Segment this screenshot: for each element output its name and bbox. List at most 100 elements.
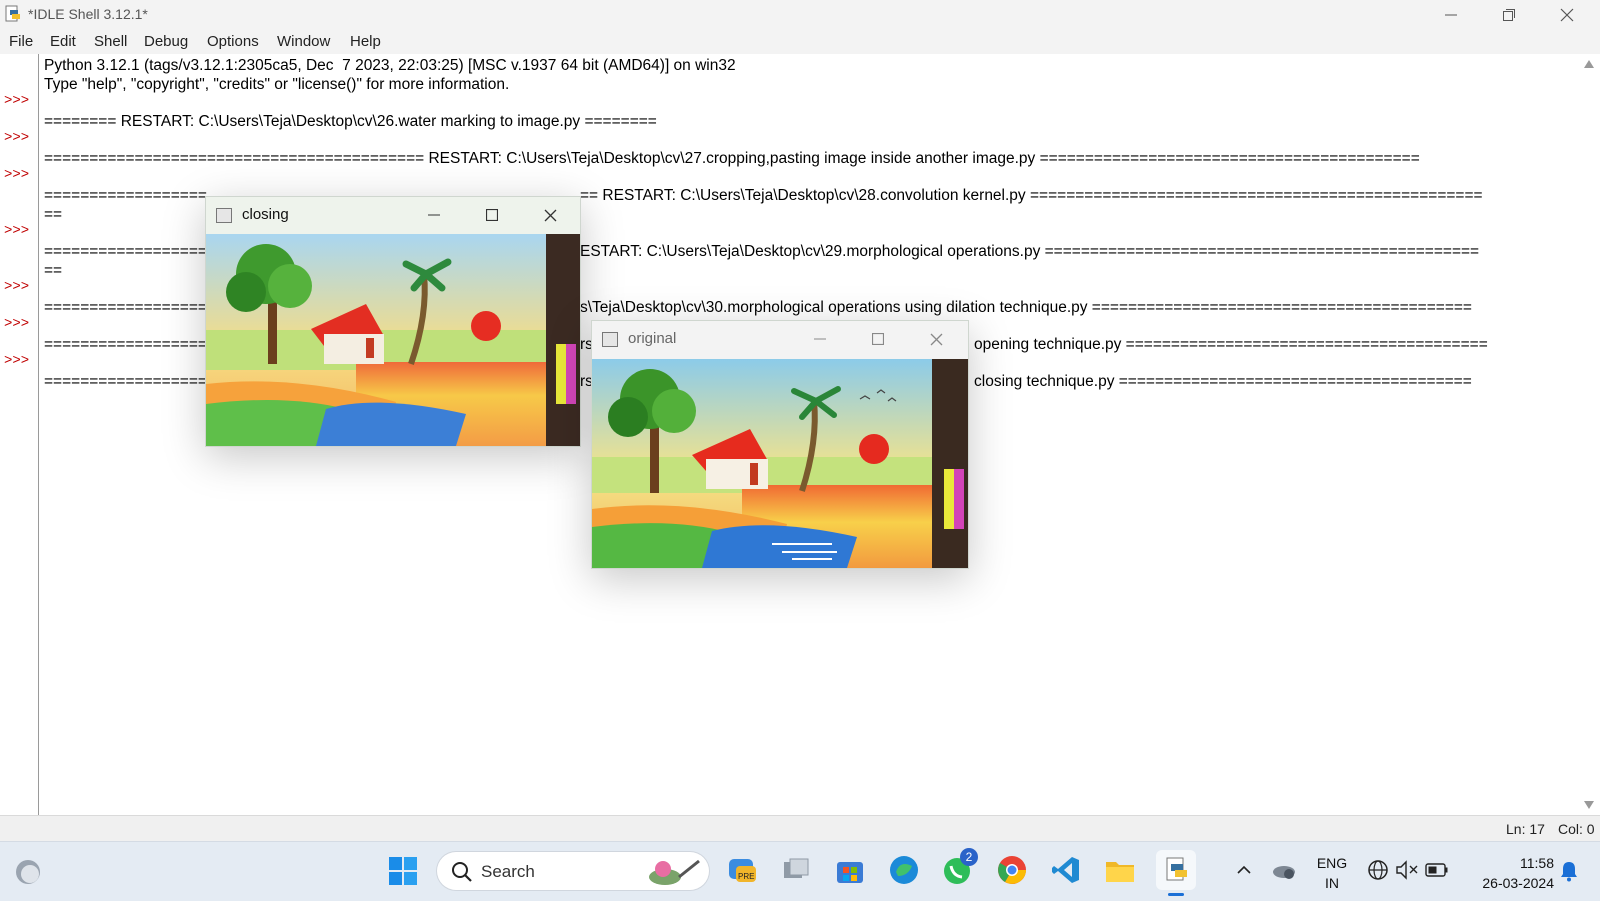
battery-button[interactable] [1424, 858, 1450, 882]
shell-prompt: >>> [4, 93, 30, 109]
close-icon [1560, 8, 1574, 22]
shell-prompt: >>> [4, 130, 30, 146]
minimize-button[interactable] [1422, 0, 1480, 30]
menu-window[interactable]: Window [277, 33, 330, 50]
start-button[interactable] [386, 854, 420, 888]
menu-bar: File Edit Shell Debug Options Window Hel… [0, 30, 1600, 54]
output-line: ================== [44, 336, 207, 353]
svg-text:PRE: PRE [738, 872, 754, 881]
chevron-up-icon [1237, 865, 1251, 874]
menu-debug[interactable]: Debug [144, 33, 188, 50]
painting-image [206, 234, 580, 446]
taskbar-chrome[interactable] [994, 852, 1030, 888]
close-button[interactable] [1538, 0, 1596, 30]
output-line: == RESTART: C:\Users\Teja\Desktop\cv\28.… [580, 187, 1483, 204]
language-indicator[interactable]: ENG IN [1312, 853, 1352, 893]
copilot-icon: PRE [729, 859, 756, 882]
window-title: *IDLE Shell 3.12.1* [28, 6, 148, 22]
menu-edit[interactable]: Edit [50, 33, 76, 50]
shell-prompt: >>> [4, 167, 30, 183]
bell-icon [1561, 862, 1577, 882]
taskbar-edge[interactable] [886, 852, 922, 888]
output-line: ================== [44, 187, 207, 204]
status-line: Ln: 17 [1506, 821, 1545, 837]
folder-icon [1106, 862, 1134, 882]
window-icon [602, 332, 618, 347]
scroll-down-icon[interactable] [1584, 801, 1594, 809]
close-icon [930, 333, 942, 345]
search-placeholder: Search [481, 862, 535, 881]
status-col: Col: 0 [1558, 821, 1595, 837]
maximize-icon [486, 209, 498, 221]
onedrive-icon [1273, 866, 1295, 879]
taskbar: Search PRE 2 ENG IN 11:58 26-03-2024 [0, 841, 1600, 901]
clock-date: 26-03-2024 [1482, 875, 1554, 891]
vertical-scrollbar[interactable] [1579, 54, 1600, 815]
original-minimize-button[interactable] [800, 327, 840, 351]
menu-options[interactable]: Options [207, 33, 259, 50]
volume-muted-icon [1396, 860, 1418, 880]
closing-title-bar[interactable]: closing [206, 197, 580, 233]
original-title-bar[interactable]: original [592, 321, 968, 359]
taskbar-file-explorer[interactable] [1102, 852, 1138, 888]
output-line: ========================================… [44, 150, 1420, 167]
idle-app-icon [1166, 857, 1187, 881]
show-hidden-icons-button[interactable] [1234, 858, 1254, 882]
output-line: ESTART: C:\Users\Teja\Desktop\cv\29.morp… [580, 243, 1480, 260]
output-line: ================== [44, 373, 207, 390]
close-icon [544, 209, 556, 221]
notifications-button[interactable] [1556, 858, 1582, 884]
closing-maximize-button[interactable] [472, 203, 512, 227]
active-indicator [1168, 893, 1184, 896]
status-bar: Ln: 17 Col: 0 [0, 815, 1600, 842]
task-view-icon [784, 858, 809, 878]
clock[interactable]: 11:58 26-03-2024 [1462, 853, 1554, 893]
taskbar-search[interactable]: Search [437, 852, 709, 890]
shell-prompt: >>> [4, 316, 30, 332]
taskbar-copilot[interactable]: PRE [724, 852, 760, 888]
volume-button[interactable] [1394, 858, 1420, 882]
output-line: ================== [44, 243, 207, 260]
onedrive-button[interactable] [1270, 856, 1298, 884]
minimize-icon [814, 338, 826, 340]
output-line: s\Teja\Desktop\cv\30.morphological opera… [580, 299, 1472, 316]
closing-window[interactable]: closing [205, 196, 581, 447]
output-line: Type "help", "copyright", "credits" or "… [44, 76, 510, 93]
search-highlight-icon [649, 859, 700, 885]
scroll-up-icon[interactable] [1584, 60, 1594, 68]
output-line: == [44, 262, 63, 279]
maximize-icon [872, 333, 884, 345]
painting-image [592, 359, 968, 568]
store-icon [837, 862, 863, 883]
globe-icon [1368, 860, 1388, 880]
closing-close-button[interactable] [530, 203, 570, 227]
title-bar: *IDLE Shell 3.12.1* [0, 0, 1600, 30]
vscode-icon [1052, 857, 1079, 883]
battery-icon [1425, 863, 1448, 877]
original-window[interactable]: original [591, 320, 969, 569]
menu-shell[interactable]: Shell [94, 33, 127, 50]
menu-help[interactable]: Help [350, 33, 381, 50]
taskbar-whatsapp[interactable]: 2 [940, 848, 978, 888]
restore-icon [1503, 9, 1515, 21]
taskbar-task-view[interactable] [778, 852, 814, 888]
output-line: ================== [44, 299, 207, 316]
original-maximize-button[interactable] [858, 327, 898, 351]
language-region: IN [1325, 875, 1339, 891]
minimize-icon [428, 214, 440, 216]
network-button[interactable] [1366, 858, 1390, 882]
taskbar-store[interactable] [832, 852, 868, 888]
shell-prompt: >>> [4, 279, 30, 295]
closing-image [206, 234, 580, 446]
taskbar-vscode[interactable] [1048, 852, 1084, 888]
original-close-button[interactable] [916, 327, 956, 351]
restore-button[interactable] [1480, 0, 1538, 30]
chrome-icon [998, 856, 1026, 884]
menu-file[interactable]: File [9, 33, 33, 50]
weather-widget[interactable] [12, 856, 44, 888]
taskbar-idle[interactable] [1156, 850, 1196, 896]
closing-minimize-button[interactable] [414, 203, 454, 227]
output-line: closing technique.py ===================… [974, 373, 1472, 390]
original-image [592, 359, 968, 568]
output-line: ======== RESTART: C:\Users\Teja\Desktop\… [44, 113, 657, 130]
